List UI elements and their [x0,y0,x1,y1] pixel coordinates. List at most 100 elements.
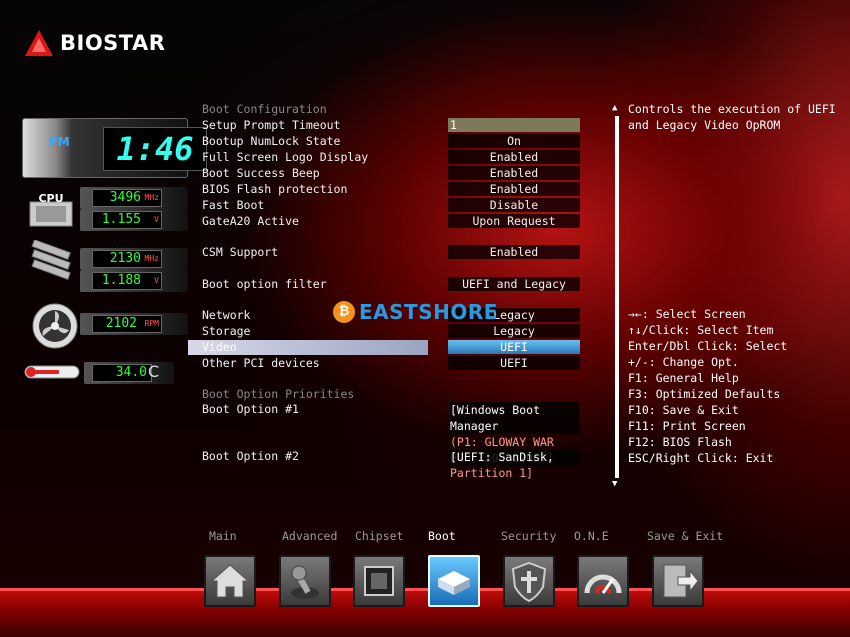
tab-security[interactable] [503,555,555,607]
clock-ampm: PM [49,135,70,149]
tab-chipset-label[interactable]: Chipset [355,529,403,543]
fan-readout: 2102 RPM [92,315,162,333]
setting-label: Setup Prompt Timeout [202,118,341,132]
key-hint: F10: Save & Exit [628,403,739,417]
temp-value: 34.0 [115,365,147,380]
scroll-thumb[interactable] [615,116,619,478]
tab-boot[interactable] [428,555,480,607]
clock-panel: PM 1:46 [22,118,207,178]
other-pci-devices-value[interactable]: UEFI [448,356,580,370]
fan-rpm-value: 2102 [105,316,137,331]
key-hint: ↑↓/Click: Select Item [628,323,774,337]
help-scrollbar[interactable]: ▲ ▼ [612,104,620,489]
setting-label: Storage [202,324,251,338]
tab-advanced[interactable] [279,555,331,607]
setting-label: CSM Support [202,245,279,259]
key-hint: +/-: Change Opt. [628,355,739,369]
numlock-state-value[interactable]: On [448,134,580,148]
joystick-icon [291,565,319,599]
csm-support-value[interactable]: Enabled [448,245,580,259]
key-hint: Enter/Dbl Click: Select [628,339,788,353]
shield-icon [511,561,547,603]
temp-unit: C [148,362,160,381]
mem-volt-value: 1.188 [101,273,141,288]
home-icon [210,564,250,598]
fan-icon [28,302,82,353]
section-label: Boot Option Priorities [202,387,355,401]
biostar-logo: BIOSTAR [24,26,165,60]
cpu-volt-value: 1.155 [101,212,141,227]
mem-freq-unit: MHz [144,254,159,263]
scroll-up-icon[interactable]: ▲ [612,104,617,113]
tab-one-label[interactable]: O.N.E [574,529,609,543]
tab-save-exit-label[interactable]: Save & Exit [647,529,723,543]
setting-label: BIOS Flash protection [202,182,348,196]
mem-volt-readout: 1.188 V [92,272,162,290]
tab-boot-label[interactable]: Boot [428,529,456,543]
cpu-label: CPU [38,192,64,205]
bitcoin-icon: ₿ [333,301,355,323]
video-value[interactable]: UEFI [448,340,580,354]
key-legend: →←: Select Screen ↑↓/Click: Select Item … [628,307,838,467]
mem-freq-readout: 2130 MHz [92,250,162,268]
biostar-triangle-icon [25,30,53,56]
tab-main-label[interactable]: Main [209,529,237,543]
boot-option-2-line2: Partition 1] [450,466,534,480]
cpu-volt-unit: V [154,215,159,224]
tab-chipset[interactable] [353,555,405,607]
cpu-freq-readout: 3496 MHz [92,189,162,207]
tab-security-label[interactable]: Security [501,529,556,543]
setting-label: GateA20 Active [202,214,299,228]
exit-icon [663,564,699,598]
help-description: Controls the execution of UEFI and Legac… [628,102,838,134]
tab-save-exit[interactable] [652,555,704,607]
gauge-icon [584,574,622,594]
key-hint: F3: Optimized Defaults [628,387,781,401]
thermometer-icon [22,364,82,383]
setting-label: Bootup NumLock State [202,134,341,148]
full-screen-logo-value[interactable]: Enabled [448,150,580,164]
clock-time: 1:46 [103,127,207,171]
drive-icon [438,571,470,595]
setting-label: Boot Success Beep [202,166,320,180]
gatea20-active-value[interactable]: Upon Request [448,214,580,228]
key-hint: F12: BIOS Flash [628,435,732,449]
cpu-volt-readout: 1.155 V [92,211,162,229]
memory-icon [24,239,78,287]
boot-option-filter-value[interactable]: UEFI and Legacy [448,277,580,291]
brand-name: BIOSTAR [60,31,166,55]
watermark: ₿ EASTSHORE [333,300,498,324]
setup-prompt-timeout-input[interactable]: 1 [448,118,580,132]
chip-icon [364,566,394,596]
setting-label: Boot option filter [202,277,327,291]
main-tabs: Main Advanced Chipset Boot Security O.N.… [0,526,850,637]
setting-label: Video [188,340,428,355]
tab-advanced-label[interactable]: Advanced [282,529,337,543]
section-label: Boot Configuration [202,102,327,116]
setting-label: Other PCI devices [202,356,320,370]
tab-one[interactable] [577,555,629,607]
storage-value[interactable]: Legacy [448,324,580,338]
setting-label: Full Screen Logo Display [202,150,369,164]
boot-option-2-line1: [UEFI: SanDisk, [450,449,580,465]
cpu-freq-unit: MHz [144,193,159,202]
mem-freq-value: 2130 [109,251,141,266]
mem-volt-unit: V [154,276,159,285]
tab-main[interactable] [204,555,256,607]
help-line: Controls the execution of UEFI [628,102,836,116]
cpu-freq-value: 3496 [109,190,141,205]
key-hint: →←: Select Screen [628,307,746,321]
boot-success-beep-value[interactable]: Enabled [448,166,580,180]
boot-option-1-line1: [Windows Boot Manager [450,402,580,434]
key-hint: F1: General Help [628,371,739,385]
watermark-text: EASTSHORE [359,300,498,324]
fast-boot-value[interactable]: Disable [448,198,580,212]
setting-label: Boot Option #2 [202,449,299,463]
boot-option-2-value[interactable]: [UEFI: SanDisk, Partition 1] [448,449,580,481]
fan-rpm-unit: RPM [144,319,159,328]
setting-label: Boot Option #1 [202,402,299,416]
key-hint: ESC/Right Click: Exit [628,451,774,465]
bios-flash-protection-value[interactable]: Enabled [448,182,580,196]
scroll-down-icon[interactable]: ▼ [612,480,617,489]
key-hint: F11: Print Screen [628,419,746,433]
